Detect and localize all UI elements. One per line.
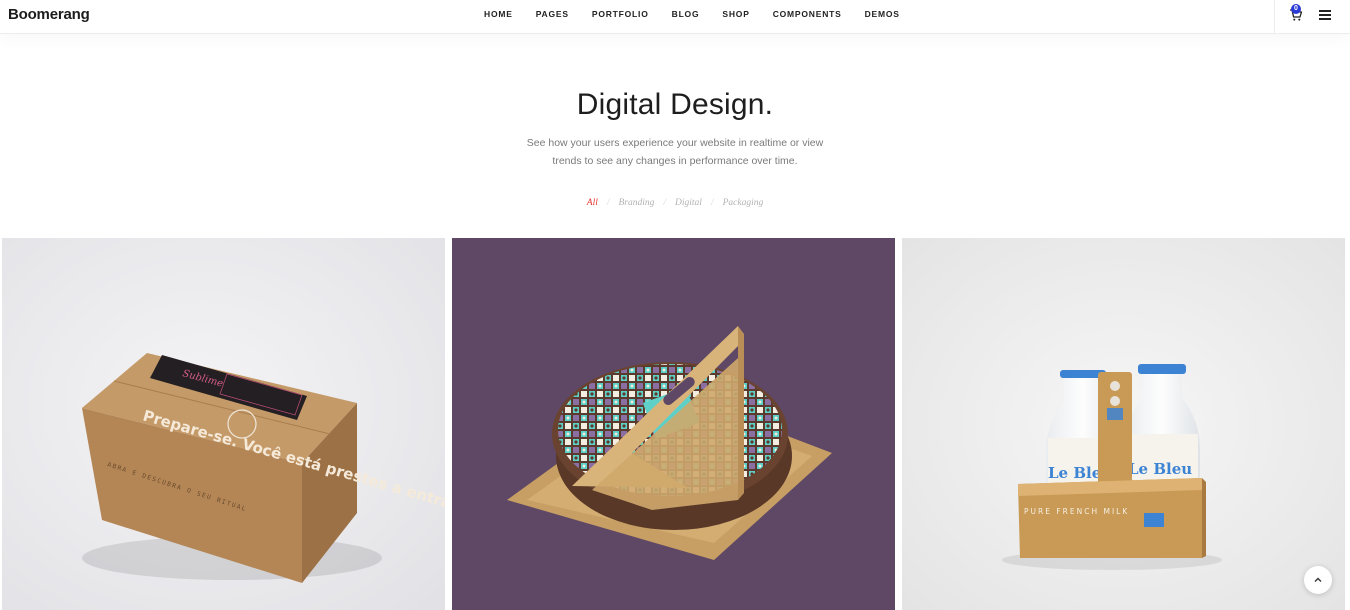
- nav-item-shop[interactable]: SHOP: [722, 9, 749, 19]
- portfolio-filters: All / Branding / Digital / Packaging: [0, 198, 1350, 208]
- main-nav: HOME PAGES PORTFOLIO BLOG SHOP COMPONENT…: [484, 9, 900, 19]
- nav-item-demos[interactable]: DEMOS: [865, 9, 900, 19]
- brand-logo[interactable]: Boomerang: [8, 6, 90, 23]
- filter-separator: /: [606, 198, 610, 208]
- nav-item-pages[interactable]: PAGES: [536, 9, 569, 19]
- bottle-label-right: Le Bleu: [1128, 460, 1192, 478]
- chevron-up-icon: [1314, 577, 1322, 582]
- page-subtitle: See how your users experience your websi…: [490, 134, 860, 170]
- filter-separator: /: [710, 198, 714, 208]
- portfolio-item-cake-box[interactable]: [452, 238, 895, 610]
- menu-button[interactable]: [1319, 10, 1331, 22]
- crate-print-text: PURE FRENCH MILK: [1024, 507, 1129, 516]
- page-title: Digital Design.: [576, 88, 774, 121]
- filter-separator: /: [663, 198, 667, 208]
- filter-packaging[interactable]: Packaging: [723, 198, 764, 208]
- portfolio-item-milk-bottles[interactable]: Le Bleu Le Bleu PURE FRENCH MILK: [902, 238, 1345, 610]
- nav-item-home[interactable]: HOME: [484, 9, 513, 19]
- portfolio-item-kraft-box[interactable]: Sublime Prepare-se. Você está prestes a …: [2, 238, 445, 610]
- site-header: Boomerang HOME PAGES PORTFOLIO BLOG SHOP…: [0, 0, 1350, 34]
- nav-item-blog[interactable]: BLOG: [672, 9, 700, 19]
- kraft-box-image: Sublime Prepare-se. Você está prestes a …: [2, 238, 445, 610]
- filter-digital[interactable]: Digital: [675, 198, 702, 208]
- filter-all[interactable]: All: [587, 198, 598, 208]
- cake-box-image: [452, 238, 895, 610]
- scroll-to-top-button[interactable]: [1304, 566, 1332, 594]
- nav-item-components[interactable]: COMPONENTS: [773, 9, 842, 19]
- page-subtitle-line-1: See how your users experience your websi…: [526, 137, 824, 149]
- cart-count-badge: 0: [1291, 4, 1301, 14]
- nav-item-portfolio[interactable]: PORTFOLIO: [592, 9, 649, 19]
- page-subtitle-line-2: trends to see any changes in performance…: [552, 155, 798, 167]
- milk-bottles-image: Le Bleu Le Bleu PURE FRENCH MILK: [902, 238, 1345, 610]
- filter-branding[interactable]: Branding: [619, 198, 655, 208]
- header-actions: 0: [1274, 0, 1350, 34]
- hamburger-menu-icon: [1319, 10, 1331, 12]
